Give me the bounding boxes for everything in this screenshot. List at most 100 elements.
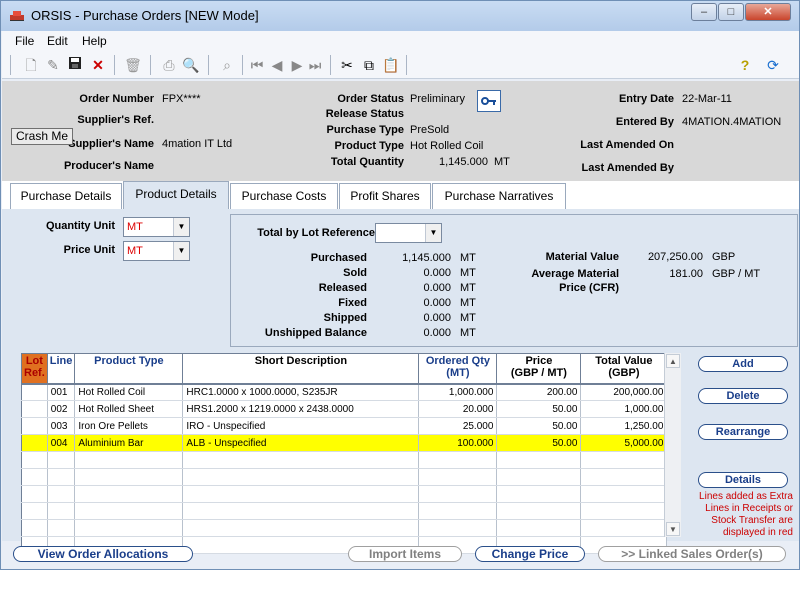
cell-ordered-qty[interactable]: 1,000.000 — [418, 383, 498, 401]
product-lines-table: Lot Ref. Line Product Type Short Descrip… — [21, 353, 668, 554]
cell-short-description[interactable]: HRS1.2000 x 1219.0000 x 2438.0000 — [182, 400, 420, 418]
tab-profit-shares[interactable]: Profit Shares — [339, 183, 431, 209]
vertical-scrollbar[interactable]: ▲ ▼ — [664, 353, 681, 537]
chevron-down-icon[interactable]: ▼ — [173, 242, 189, 260]
menu-help[interactable]: Help — [82, 34, 107, 48]
table-row-selected[interactable]: 004 Aluminium Bar ALB - Unspecified 100.… — [21, 434, 668, 452]
toolbar-separator — [10, 55, 11, 75]
tab-purchase-costs[interactable]: Purchase Costs — [230, 183, 338, 209]
scroll-up-icon[interactable]: ▲ — [666, 354, 680, 368]
cell-total-value[interactable]: 1,250.00 — [580, 417, 668, 435]
cell-product-type[interactable]: Aluminium Bar — [74, 434, 184, 452]
empty-row[interactable] — [21, 519, 668, 537]
edit-document-icon[interactable]: ✎ — [44, 56, 62, 74]
cell-price[interactable]: 50.00 — [496, 417, 582, 435]
empty-row[interactable] — [21, 502, 668, 520]
close-button[interactable]: ✕ — [745, 3, 791, 21]
minimize-button[interactable]: – — [691, 3, 717, 21]
maximize-button[interactable]: □ — [718, 3, 744, 21]
table-row[interactable]: 001 Hot Rolled Coil HRC1.0000 x 1000.000… — [21, 383, 668, 401]
crash-me-button[interactable]: Crash Me — [11, 128, 73, 145]
price-unit-select[interactable]: MT ▼ — [123, 241, 190, 261]
menu-file[interactable]: File — [15, 34, 34, 48]
cell-lot[interactable] — [21, 417, 48, 435]
column-header-product-type[interactable]: Product Type — [74, 353, 184, 385]
chevron-down-icon[interactable]: ▼ — [173, 218, 189, 236]
empty-row[interactable] — [21, 485, 668, 503]
add-line-button[interactable]: Add — [698, 356, 788, 372]
cell-lot[interactable] — [21, 400, 48, 418]
help-icon[interactable]: ? — [736, 56, 754, 74]
column-header-price[interactable]: Price (GBP / MT) — [496, 353, 582, 385]
column-header-line[interactable]: Line — [47, 353, 76, 385]
delete-line-button[interactable]: Delete — [698, 388, 788, 404]
column-header-ordered-qty[interactable]: Ordered Qty (MT) — [418, 353, 498, 385]
cell-ordered-qty[interactable]: 25.000 — [418, 417, 498, 435]
cell-total-value[interactable]: 200,000.00 — [580, 383, 668, 401]
quantity-unit-select[interactable]: MT ▼ — [123, 217, 190, 237]
cell-lot[interactable] — [21, 434, 48, 452]
order-number-label: Order Number — [79, 93, 154, 105]
menu-edit[interactable]: Edit — [47, 34, 68, 48]
rearrange-lines-button[interactable]: Rearrange — [698, 424, 788, 440]
table-row[interactable]: 002 Hot Rolled Sheet HRS1.2000 x 1219.00… — [21, 400, 668, 418]
cell-line[interactable]: 004 — [47, 434, 76, 452]
empty-row[interactable] — [21, 468, 668, 486]
tab-product-details[interactable]: Product Details — [123, 181, 229, 210]
lot-reference-select[interactable]: ▼ — [375, 223, 442, 243]
cell-total-value[interactable]: 1,000.00 — [580, 400, 668, 418]
next-record-icon[interactable]: ▶ — [288, 56, 306, 74]
cancel-icon[interactable]: ✕ — [89, 56, 107, 74]
empty-row[interactable] — [21, 451, 668, 469]
linked-sales-orders-button[interactable]: >> Linked Sales Order(s) — [598, 546, 786, 562]
menu-bar: File Edit Help — [2, 31, 799, 51]
column-header-short-description[interactable]: Short Description — [182, 353, 420, 385]
trash-icon[interactable]: 🗑 — [124, 56, 142, 74]
status-key-button[interactable] — [477, 90, 501, 112]
copy-icon[interactable]: ⧉ — [360, 56, 378, 74]
cell-line[interactable]: 003 — [47, 417, 76, 435]
purchased-label: Purchased — [310, 252, 367, 264]
last-record-icon[interactable]: ⏭ — [306, 56, 324, 74]
cell-short-description[interactable]: ALB - Unspecified — [182, 434, 420, 452]
import-items-button[interactable]: Import Items — [348, 546, 462, 562]
cell-price[interactable]: 50.00 — [496, 434, 582, 452]
window-title: ORSIS - Purchase Orders [NEW Mode] — [31, 8, 259, 23]
column-header-lot[interactable]: Lot Ref. — [21, 353, 48, 385]
cell-total-value[interactable]: 5,000.00 — [580, 434, 668, 452]
chevron-down-icon[interactable]: ▼ — [425, 224, 441, 242]
cell-price[interactable]: 200.00 — [496, 383, 582, 401]
print-icon[interactable]: ⎙ — [160, 56, 178, 74]
scroll-down-icon[interactable]: ▼ — [666, 522, 680, 536]
first-record-icon[interactable]: ⏮ — [248, 56, 266, 74]
print-preview-icon[interactable]: 🔍 — [182, 56, 200, 74]
released-value: 0.000 — [423, 282, 451, 294]
save-icon[interactable] — [66, 56, 84, 74]
table-row[interactable]: 003 Iron Ore Pellets IRO - Unspecified 2… — [21, 417, 668, 435]
cell-line[interactable]: 001 — [47, 383, 76, 401]
cell-ordered-qty[interactable]: 100.000 — [418, 434, 498, 452]
cell-price[interactable]: 50.00 — [496, 400, 582, 418]
line-details-button[interactable]: Details — [698, 472, 788, 488]
new-document-icon[interactable]: 🗋 — [22, 56, 40, 74]
cell-product-type[interactable]: Hot Rolled Coil — [74, 383, 184, 401]
tab-purchase-narratives[interactable]: Purchase Narratives — [432, 183, 566, 209]
find-icon[interactable]: ⌕ — [218, 56, 236, 74]
cell-product-type[interactable]: Iron Ore Pellets — [74, 417, 184, 435]
change-price-button[interactable]: Change Price — [475, 546, 585, 562]
cell-line[interactable]: 002 — [47, 400, 76, 418]
view-order-allocations-button[interactable]: View Order Allocations — [13, 546, 193, 562]
cell-short-description[interactable]: HRC1.0000 x 1000.0000, S235JR — [182, 383, 420, 401]
paste-icon[interactable]: 📋 — [382, 56, 400, 74]
cell-short-description[interactable]: IRO - Unspecified — [182, 417, 420, 435]
cell-ordered-qty[interactable]: 20.000 — [418, 400, 498, 418]
cell-lot[interactable] — [21, 383, 48, 401]
cell-product-type[interactable]: Hot Rolled Sheet — [74, 400, 184, 418]
product-lines-area: Lot Ref. Line Product Type Short Descrip… — [2, 351, 799, 554]
refresh-icon[interactable]: ⟳ — [764, 56, 782, 74]
fixed-unit: MT — [460, 297, 476, 309]
cut-icon[interactable]: ✂ — [338, 56, 356, 74]
tab-purchase-details[interactable]: Purchase Details — [10, 183, 122, 209]
previous-record-icon[interactable]: ◀ — [268, 56, 286, 74]
column-header-total-value[interactable]: Total Value (GBP) — [580, 353, 668, 385]
